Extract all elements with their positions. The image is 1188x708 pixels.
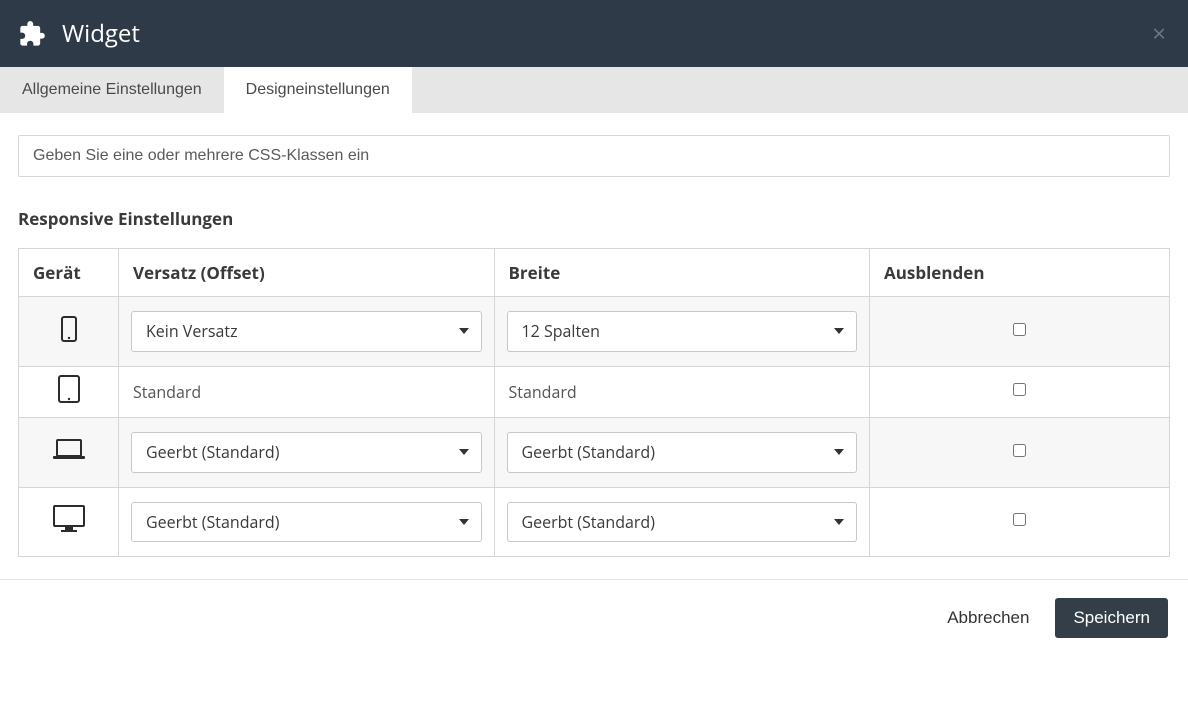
desktop-icon	[51, 504, 87, 534]
select-value: Geerbt (Standard)	[522, 511, 655, 533]
hide-checkbox-tablet[interactable]	[1013, 383, 1026, 396]
tab-general[interactable]: Allgemeine Einstellungen	[0, 67, 224, 113]
th-hide: Ausblenden	[870, 249, 1170, 297]
tab-bar: Allgemeine Einstellungen Designeinstellu…	[0, 67, 1188, 113]
tablet-icon	[58, 375, 80, 403]
chevron-down-icon	[834, 519, 844, 525]
select-value: 12 Spalten	[522, 320, 600, 342]
select-value: Geerbt (Standard)	[146, 511, 279, 533]
responsive-table: Gerät Versatz (Offset) Breite Ausblenden…	[18, 248, 1170, 557]
chevron-down-icon	[834, 449, 844, 455]
offset-text-tablet: Standard	[131, 381, 203, 403]
th-width: Breite	[494, 249, 870, 297]
cancel-button[interactable]: Abbrechen	[943, 600, 1033, 636]
modal-title: Widget	[62, 17, 140, 50]
modal-header: Widget ×	[0, 0, 1188, 67]
table-row: Geerbt (Standard) Geerbt (Standard)	[19, 417, 1170, 487]
offset-select-desktop[interactable]: Geerbt (Standard)	[131, 502, 482, 543]
modal-footer: Abbrechen Speichern	[0, 579, 1188, 656]
table-row: Kein Versatz 12 Spalten	[19, 297, 1170, 367]
phone-icon	[61, 316, 77, 342]
select-value: Geerbt (Standard)	[522, 441, 655, 463]
select-value: Kein Versatz	[146, 320, 238, 342]
tab-design[interactable]: Designeinstellungen	[224, 67, 412, 113]
chevron-down-icon	[459, 449, 469, 455]
chevron-down-icon	[834, 328, 844, 334]
css-classes-input[interactable]	[18, 135, 1170, 177]
select-value: Geerbt (Standard)	[146, 441, 279, 463]
offset-select-laptop[interactable]: Geerbt (Standard)	[131, 432, 482, 473]
responsive-settings-title: Responsive Einstellungen	[18, 207, 1170, 230]
table-row: Standard Standard	[19, 366, 1170, 417]
close-icon[interactable]: ×	[1152, 22, 1166, 46]
width-text-tablet: Standard	[507, 381, 579, 403]
hide-checkbox-phone[interactable]	[1013, 323, 1026, 336]
save-button[interactable]: Speichern	[1055, 598, 1168, 638]
puzzle-icon	[18, 20, 46, 48]
width-select-desktop[interactable]: Geerbt (Standard)	[507, 502, 858, 543]
chevron-down-icon	[459, 328, 469, 334]
offset-select-phone[interactable]: Kein Versatz	[131, 311, 482, 352]
laptop-icon	[51, 438, 87, 462]
hide-checkbox-laptop[interactable]	[1013, 444, 1026, 457]
th-offset: Versatz (Offset)	[119, 249, 495, 297]
width-select-phone[interactable]: 12 Spalten	[507, 311, 858, 352]
th-device: Gerät	[19, 249, 119, 297]
chevron-down-icon	[459, 519, 469, 525]
hide-checkbox-desktop[interactable]	[1013, 513, 1026, 526]
table-row: Geerbt (Standard) Geerbt (Standard)	[19, 487, 1170, 557]
width-select-laptop[interactable]: Geerbt (Standard)	[507, 432, 858, 473]
